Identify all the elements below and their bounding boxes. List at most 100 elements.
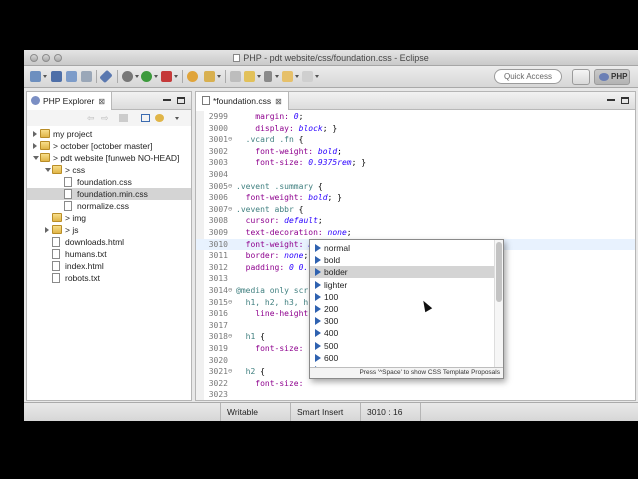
gear-icon[interactable] bbox=[122, 71, 133, 82]
php-explorer-tab[interactable]: PHP Explorer ⊠ bbox=[27, 92, 113, 110]
fold-toggle-icon[interactable]: ⊖ bbox=[228, 297, 236, 309]
tree-item[interactable]: > css bbox=[27, 164, 191, 176]
code-text: display: block; } bbox=[236, 123, 338, 133]
close-tab-icon[interactable]: ⊠ bbox=[98, 97, 105, 106]
tree-item[interactable]: > october [october master] bbox=[27, 140, 191, 152]
open-perspective-button[interactable] bbox=[572, 69, 590, 85]
tree-item[interactable]: > pdt website [funweb NO-HEAD] bbox=[27, 152, 191, 164]
code-line[interactable]: 3009 text-decoration: none; bbox=[196, 227, 635, 239]
tree-item[interactable]: > img bbox=[27, 212, 191, 224]
css-value-icon bbox=[315, 280, 321, 289]
open-type-icon[interactable] bbox=[187, 71, 198, 82]
proposal-item[interactable]: 500 bbox=[310, 340, 495, 352]
proposal-item[interactable]: bolder bbox=[310, 266, 495, 279]
expanded-arrow-icon[interactable] bbox=[33, 156, 39, 160]
up-icon[interactable] bbox=[119, 114, 128, 122]
back-arrow-icon[interactable]: ⇦ bbox=[87, 114, 96, 123]
collapsed-arrow-icon[interactable] bbox=[33, 143, 37, 149]
line-number: 3014 bbox=[208, 286, 228, 295]
save-all-icon[interactable] bbox=[66, 71, 77, 82]
fold-toggle-icon[interactable]: ⊖ bbox=[228, 181, 236, 193]
code-line[interactable]: 3000 display: block; } bbox=[196, 123, 635, 135]
collapsed-arrow-icon[interactable] bbox=[45, 227, 49, 233]
code-line[interactable]: 3002 font-weight: bold; bbox=[196, 146, 635, 158]
annotation-icon[interactable] bbox=[264, 71, 272, 82]
autocomplete-popup[interactable]: normal bold bolder lighter 100 200 300 400 500 60… bbox=[309, 239, 504, 379]
print-icon[interactable] bbox=[81, 71, 92, 82]
code-text: .vevent abbr { bbox=[236, 204, 304, 214]
file-icon bbox=[52, 261, 60, 271]
fold-toggle-icon[interactable]: ⊖ bbox=[228, 134, 236, 146]
run-icon[interactable] bbox=[141, 71, 152, 82]
view-menu-icon[interactable] bbox=[175, 117, 179, 120]
code-line[interactable]: 3005 ⊖ .vevent .summary { bbox=[196, 181, 635, 193]
external-tools-icon[interactable] bbox=[161, 71, 172, 82]
code-line[interactable]: 3003 font-size: 0.9375rem; } bbox=[196, 157, 635, 169]
fold-toggle-icon[interactable]: ⊖ bbox=[228, 331, 236, 343]
tree-item[interactable]: normalize.css bbox=[27, 200, 191, 212]
code-line[interactable]: 2999 margin: 0; bbox=[196, 111, 635, 123]
expanded-arrow-icon[interactable] bbox=[45, 168, 51, 172]
line-number: 3022 bbox=[208, 378, 228, 388]
maximize-icon[interactable] bbox=[177, 97, 185, 104]
code-line[interactable]: 3007 ⊖ .vevent abbr { bbox=[196, 204, 635, 216]
proposal-item[interactable]: 600 bbox=[310, 352, 495, 364]
code-line[interactable]: 3023 bbox=[196, 389, 635, 400]
proposal-item[interactable]: lighter bbox=[310, 279, 495, 291]
proposal-item[interactable]: 400 bbox=[310, 327, 495, 339]
highlight-icon[interactable] bbox=[244, 71, 255, 82]
proposal-scrollbar[interactable] bbox=[494, 240, 503, 368]
tree-item[interactable]: robots.txt bbox=[27, 272, 191, 284]
code-line[interactable]: 3008 cursor: default; bbox=[196, 215, 635, 227]
minimize-icon[interactable] bbox=[607, 97, 615, 101]
open-folder-icon[interactable] bbox=[204, 71, 215, 82]
forward-arrow-icon[interactable]: ⇨ bbox=[101, 114, 110, 123]
line-number: 3023 bbox=[208, 390, 228, 400]
tree-item-label: humans.txt bbox=[65, 249, 107, 259]
code-text: .vevent .summary { bbox=[236, 181, 323, 191]
proposal-item[interactable]: 100 bbox=[310, 291, 495, 303]
collapsed-arrow-icon[interactable] bbox=[33, 131, 37, 137]
tree-item[interactable]: downloads.html bbox=[27, 236, 191, 248]
new-dropdown-icon[interactable] bbox=[43, 75, 47, 78]
fold-toggle-icon[interactable]: ⊖ bbox=[228, 204, 236, 216]
tree-item-label: > js bbox=[65, 225, 79, 235]
code-line[interactable]: 3004 bbox=[196, 169, 635, 181]
scrollbar-thumb[interactable] bbox=[496, 242, 502, 302]
tree-item[interactable]: humans.txt bbox=[27, 248, 191, 260]
code-line[interactable]: 3006 font-weight: bold; } bbox=[196, 192, 635, 204]
proposal-item[interactable]: 300 bbox=[310, 315, 495, 327]
status-bar: Writable Smart Insert 3010 : 16 bbox=[24, 402, 638, 421]
tree-item[interactable]: foundation.min.css bbox=[27, 188, 191, 200]
css-value-icon bbox=[315, 244, 321, 252]
tree-item[interactable]: my project bbox=[27, 128, 191, 140]
proposal-item[interactable]: bold bbox=[310, 254, 495, 266]
forward-icon[interactable] bbox=[302, 71, 313, 82]
code-text: font-weight: bold; } bbox=[236, 193, 342, 203]
collapse-all-icon[interactable] bbox=[141, 114, 150, 122]
fold-toggle-icon[interactable]: ⊖ bbox=[228, 366, 236, 378]
code-line[interactable]: 3001 ⊖ .vcard .fn { bbox=[196, 134, 635, 146]
fold-toggle-icon[interactable]: ⊖ bbox=[228, 285, 236, 297]
link-with-editor-icon[interactable] bbox=[155, 114, 164, 122]
tree-item[interactable]: foundation.css bbox=[27, 176, 191, 188]
close-tab-icon[interactable]: ⊠ bbox=[275, 97, 282, 106]
code-line[interactable]: 3022 font-size: bbox=[196, 378, 635, 390]
toggle-tool-icon[interactable] bbox=[99, 69, 113, 84]
php-perspective-button[interactable]: PHP bbox=[594, 69, 630, 85]
maximize-icon[interactable] bbox=[621, 97, 629, 104]
editor-tab-foundation-css[interactable]: *foundation.css ⊠ bbox=[196, 92, 289, 110]
project-icon bbox=[40, 129, 50, 138]
new-icon[interactable] bbox=[30, 71, 41, 82]
edit-icon[interactable] bbox=[230, 71, 241, 82]
save-icon[interactable] bbox=[51, 71, 62, 82]
tree-item[interactable]: > js bbox=[27, 224, 191, 236]
proposal-item[interactable]: normal bbox=[310, 242, 495, 254]
minimize-icon[interactable] bbox=[163, 97, 171, 101]
proposal-item[interactable]: 200 bbox=[310, 303, 495, 315]
quick-access-field[interactable]: Quick Access bbox=[494, 69, 562, 84]
project-icon bbox=[40, 141, 50, 150]
line-number: 3016 bbox=[208, 309, 228, 319]
tree-item[interactable]: index.html bbox=[27, 260, 191, 272]
back-icon[interactable] bbox=[282, 71, 293, 82]
